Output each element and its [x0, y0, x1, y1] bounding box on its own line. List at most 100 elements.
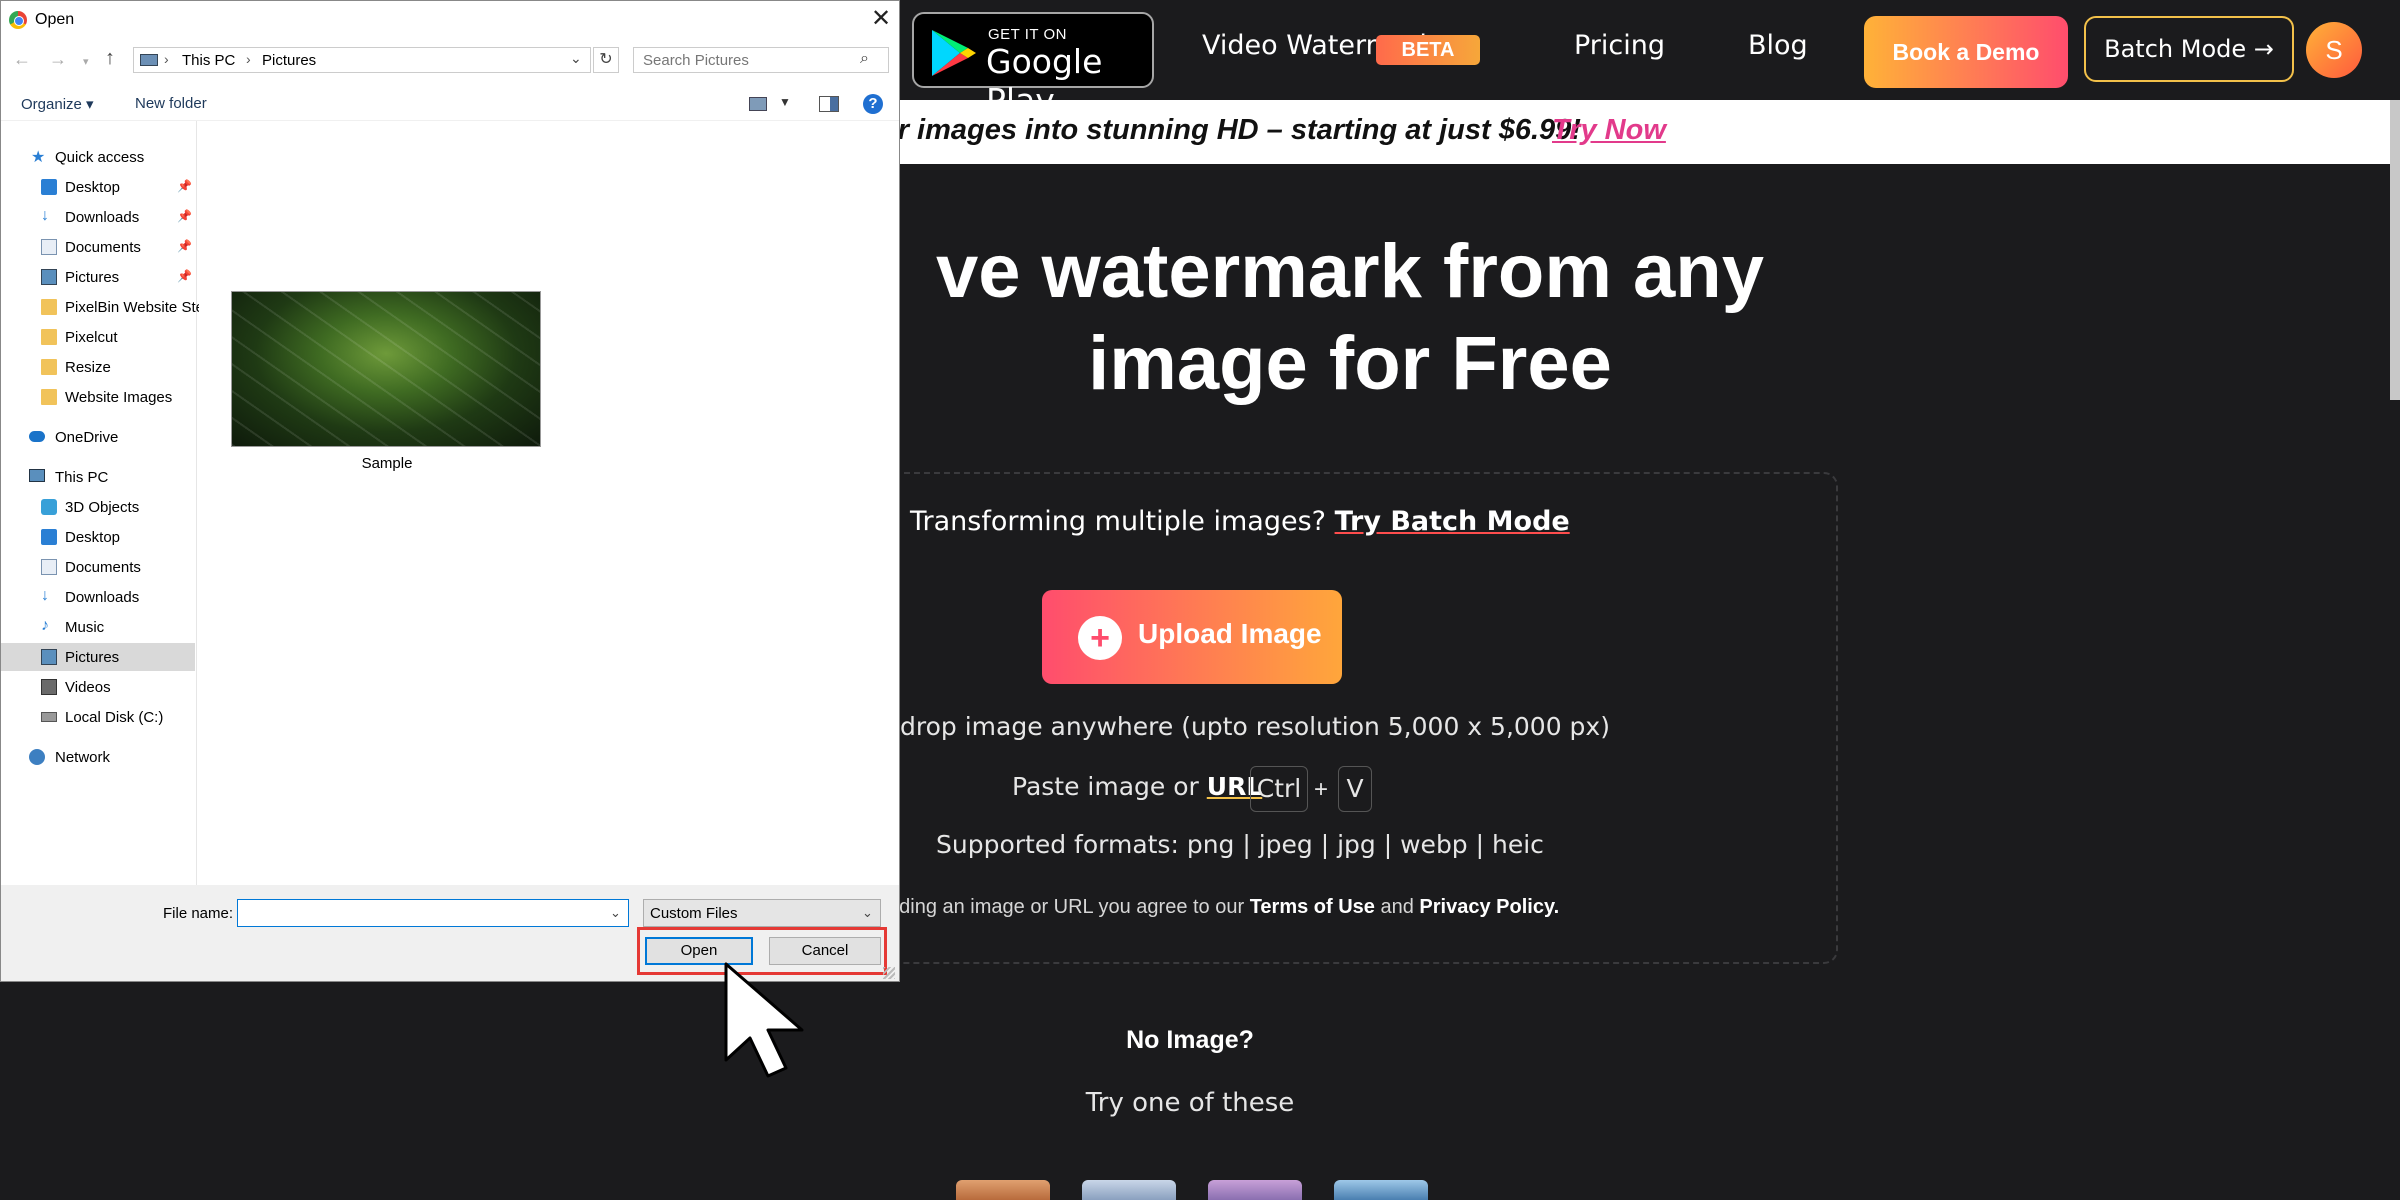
help-icon[interactable]: ?: [863, 94, 883, 114]
promo-try-now-link[interactable]: Try Now: [1552, 114, 1666, 147]
preview-pane-icon[interactable]: [819, 96, 839, 112]
change-view-icon[interactable]: [749, 97, 767, 111]
sidebar-item-resize[interactable]: Resize: [1, 353, 195, 381]
dialog-toolbar: Organize ▾ New folder ▼ ?: [1, 87, 899, 121]
v-key: V: [1338, 766, 1372, 812]
google-play-icon: [932, 30, 976, 76]
sidebar-item-label: Desktop: [65, 179, 121, 196]
sidebar-item-this-pc[interactable]: This PC: [1, 463, 195, 491]
sidebar-item-network[interactable]: Network: [1, 743, 195, 771]
try-batch-mode-link[interactable]: Try Batch Mode: [1335, 506, 1570, 537]
sidebar-item-label: Local Disk (C:): [65, 709, 164, 726]
organize-button[interactable]: Organize ▾: [21, 95, 94, 113]
sidebar-item-pictures-quick[interactable]: Pictures 📌: [1, 263, 195, 291]
address-dropdown-chevron-icon[interactable]: ⌄: [570, 50, 582, 67]
sidebar-item-label: Quick access: [55, 149, 145, 166]
music-icon: ♪: [41, 617, 49, 634]
sample-thumbnail-4[interactable]: [1334, 1180, 1428, 1200]
sidebar-item-videos[interactable]: Videos: [1, 673, 195, 701]
book-demo-button[interactable]: Book a Demo: [1864, 16, 2068, 88]
page-scrollbar[interactable]: [2390, 100, 2400, 400]
file-item-sample[interactable]: Sample: [231, 291, 543, 479]
avatar[interactable]: S: [2306, 22, 2362, 78]
recent-locations-chevron-icon[interactable]: ▾: [83, 55, 89, 68]
view-dropdown-chevron-icon[interactable]: ▼: [779, 95, 791, 109]
promo-text: ur images into stunning HD – starting at…: [880, 114, 1581, 146]
sidebar-item-label: Pictures: [65, 269, 120, 286]
documents-icon: [41, 559, 57, 575]
sidebar-item-desktop[interactable]: Desktop 📌: [1, 173, 195, 201]
google-play-small-text: GET IT ON: [988, 26, 1067, 43]
upload-image-button[interactable]: + Upload Image: [1042, 590, 1342, 684]
hero-title: ve watermark from any image for Free: [780, 226, 1920, 410]
sidebar-item-documents-pc[interactable]: Documents: [1, 553, 195, 581]
beta-badge: BETA: [1376, 35, 1480, 65]
sidebar-item-local-disk[interactable]: Local Disk (C:): [1, 703, 195, 731]
address-bar[interactable]: › This PC › Pictures ⌄: [133, 47, 591, 73]
upload-image-label: Upload Image: [1138, 618, 1322, 649]
file-thumbnail: [231, 291, 541, 447]
plus-icon: +: [1078, 616, 1122, 660]
this-pc-icon: [140, 54, 158, 66]
search-icon[interactable]: ⌕: [860, 50, 869, 68]
sidebar-item-label: Pixelcut: [65, 329, 118, 346]
up-arrow-icon[interactable]: ↑: [105, 47, 115, 70]
batch-mode-button[interactable]: Batch Mode →: [2084, 16, 2294, 82]
sidebar-item-website-images[interactable]: Website Images: [1, 383, 195, 411]
sidebar-item-documents[interactable]: Documents 📌: [1, 233, 195, 261]
close-icon[interactable]: ✕: [867, 5, 895, 33]
file-name-chevron-down-icon[interactable]: ⌄: [610, 905, 621, 921]
nav-pricing[interactable]: Pricing: [1574, 30, 1665, 61]
breadcrumb-pictures[interactable]: Pictures: [262, 52, 316, 69]
file-list: [199, 121, 899, 885]
search-input[interactable]: [635, 49, 855, 71]
sidebar-item-label: Videos: [65, 679, 111, 696]
sidebar-item-label: Downloads: [65, 209, 140, 226]
sidebar-item-label: Resize: [65, 359, 111, 376]
nav-blog[interactable]: Blog: [1748, 30, 1808, 61]
terms-of-use-link[interactable]: Terms of Use: [1250, 896, 1375, 918]
file-name-field-label: File name:: [163, 905, 234, 922]
folder-icon: [41, 359, 57, 375]
sidebar-item-pictures[interactable]: Pictures: [1, 643, 195, 671]
back-arrow-icon[interactable]: ←: [13, 49, 31, 70]
breadcrumb-separator-icon: ›: [246, 51, 251, 67]
file-name-field[interactable]: [244, 903, 594, 923]
sidebar-item-quick-access[interactable]: ★ Quick access: [1, 143, 195, 171]
file-type-chevron-down-icon: ⌄: [862, 905, 873, 920]
star-icon: ★: [31, 149, 46, 166]
sidebar-item-music[interactable]: ♪ Music: [1, 613, 195, 641]
sample-thumbnail-2[interactable]: [1082, 1180, 1176, 1200]
sidebar-item-label: PixelBin Website Ste: [65, 299, 204, 316]
downloads-icon: ↓: [41, 207, 49, 224]
documents-icon: [41, 239, 57, 255]
sidebar-item-downloads-pc[interactable]: ↓ Downloads: [1, 583, 195, 611]
resize-grip-icon[interactable]: [883, 967, 895, 979]
file-name-combobox[interactable]: ⌄: [237, 899, 629, 927]
downloads-icon: ↓: [41, 587, 49, 604]
sidebar-item-label: Music: [65, 619, 105, 636]
sample-thumbnail-1[interactable]: [956, 1180, 1050, 1200]
sidebar-item-downloads[interactable]: ↓ Downloads 📌: [1, 203, 195, 231]
file-type-filter[interactable]: Custom Files ⌄: [643, 899, 881, 927]
sidebar-item-label: Documents: [65, 239, 141, 256]
sample-thumbnail-3[interactable]: [1208, 1180, 1302, 1200]
breadcrumb-this-pc[interactable]: This PC: [182, 52, 235, 69]
privacy-policy-link[interactable]: Privacy Policy.: [1419, 896, 1559, 918]
dialog-titlebar[interactable]: Open ✕: [1, 1, 899, 39]
search-box[interactable]: ⌕: [633, 47, 889, 73]
new-folder-button[interactable]: New folder: [135, 95, 207, 112]
forward-arrow-icon[interactable]: →: [49, 49, 67, 70]
refresh-icon[interactable]: ↻: [593, 47, 619, 73]
this-pc-icon: [29, 469, 45, 482]
no-image-title: No Image?: [1126, 1026, 1254, 1054]
sidebar-item-label: OneDrive: [55, 429, 119, 446]
sidebar-item-pixelbin[interactable]: PixelBin Website Ste: [1, 293, 204, 321]
google-play-badge[interactable]: GET IT ON Google Play: [912, 12, 1154, 120]
sidebar-item-pixelcut[interactable]: Pixelcut: [1, 323, 195, 351]
sidebar-item-desktop-pc[interactable]: Desktop: [1, 523, 195, 551]
sidebar-item-3d-objects[interactable]: 3D Objects: [1, 493, 195, 521]
navigation-pane: ★ Quick access Desktop 📌 ↓ Downloads 📌 D…: [1, 121, 204, 885]
sidebar-item-onedrive[interactable]: OneDrive: [1, 423, 195, 451]
pin-icon: 📌: [177, 209, 192, 223]
